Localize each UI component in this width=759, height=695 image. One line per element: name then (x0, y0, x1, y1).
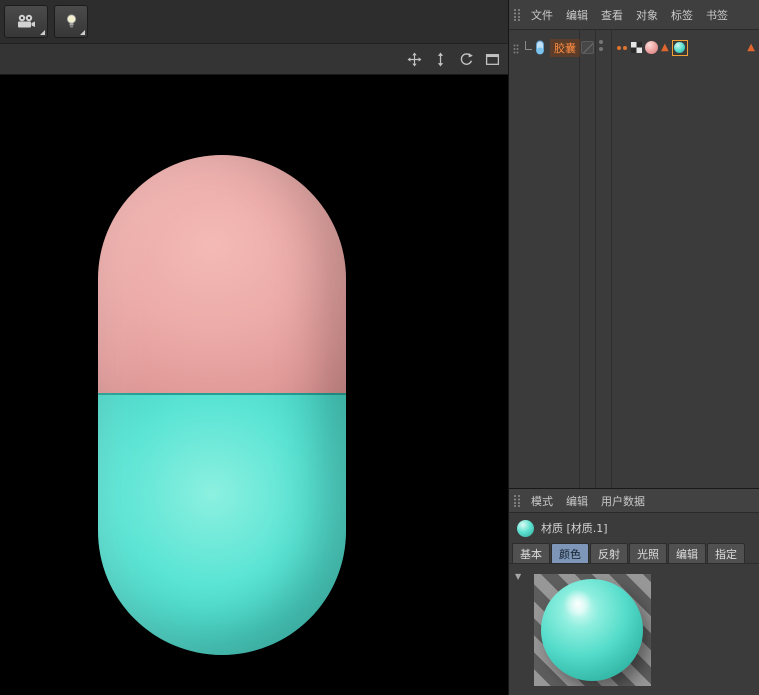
edit-disabled-icon[interactable] (581, 41, 594, 54)
viewport-header (0, 44, 508, 75)
material-tag-teal-selected[interactable] (672, 40, 688, 56)
phong-tag-icon[interactable]: ▲ (661, 41, 669, 54)
menu-object[interactable]: 对象 (630, 5, 664, 25)
menu-userdata[interactable]: 用户数据 (595, 491, 651, 511)
object-row[interactable]: 胶囊 (509, 37, 759, 58)
texture-tag-icon[interactable] (631, 38, 642, 57)
material-preview-area: ▼ (509, 563, 759, 695)
material-tag-teal-icon (674, 42, 685, 53)
material-sphere-icon (517, 520, 534, 537)
app-window: 文件 编辑 查看 对象 标签 书签 (0, 0, 759, 695)
rotate-icon[interactable] (459, 52, 474, 67)
menu-edit2[interactable]: 编辑 (560, 491, 594, 511)
object-manager-menubar: 文件 编辑 查看 对象 标签 书签 (509, 0, 759, 30)
render-view-button[interactable] (4, 5, 48, 38)
pan-icon[interactable] (407, 52, 422, 67)
menu-mode[interactable]: 模式 (525, 491, 559, 511)
menu-tags[interactable]: 标签 (665, 5, 699, 25)
visibility-dot-top[interactable] (599, 40, 603, 44)
tag-list: ▲ ▲ (617, 37, 755, 58)
right-panel: 文件 编辑 查看 对象 标签 书签 (508, 0, 759, 695)
column-divider (595, 30, 596, 488)
material-preview[interactable] (534, 574, 651, 686)
tab-color[interactable]: 颜色 (551, 543, 589, 563)
camera-icon (16, 14, 36, 29)
collapse-arrow-icon[interactable]: ▼ (515, 572, 521, 581)
capsule-primitive-icon (534, 40, 546, 59)
object-tree[interactable]: 胶囊 (509, 30, 759, 488)
material-preview-sphere (541, 579, 643, 681)
capsule-shading (98, 155, 346, 655)
flyout-arrow-icon (40, 30, 45, 35)
material-header[interactable]: 材质 [材质.1] (509, 513, 759, 543)
tab-basic[interactable]: 基本 (512, 543, 550, 563)
column-divider (579, 30, 580, 488)
visibility-dots[interactable] (599, 40, 603, 51)
attribute-manager-panel: 模式 编辑 用户数据 材质 [材质.1] 基本 颜色 反射 光照 编辑 指定 ▼ (509, 488, 759, 695)
tab-reflection[interactable]: 反射 (590, 543, 628, 563)
object-manager-panel: 文件 编辑 查看 对象 标签 书签 (509, 0, 759, 488)
row-grip-icon[interactable] (513, 41, 519, 60)
dolly-icon[interactable] (433, 52, 448, 67)
capsule-object[interactable] (98, 155, 346, 655)
material-tag-pink-icon[interactable] (645, 41, 658, 54)
tree-branch (525, 41, 532, 50)
flyout-arrow-icon (80, 30, 85, 35)
panel-grip-icon[interactable] (513, 8, 521, 21)
overflow-triangle-icon[interactable]: ▲ (747, 41, 755, 54)
tab-assign[interactable]: 指定 (707, 543, 745, 563)
menu-file[interactable]: 文件 (525, 5, 559, 25)
panel-grip-icon[interactable] (513, 494, 521, 507)
object-name[interactable]: 胶囊 (550, 39, 580, 57)
material-tabs: 基本 颜色 反射 光照 编辑 指定 (509, 543, 759, 563)
menu-bookmarks[interactable]: 书签 (700, 5, 734, 25)
column-divider (611, 30, 612, 488)
menu-view[interactable]: 查看 (595, 5, 629, 25)
material-title: 材质 [材质.1] (541, 520, 608, 536)
attribute-manager-menubar: 模式 编辑 用户数据 (509, 489, 759, 513)
light-button[interactable] (54, 5, 88, 38)
top-toolbar (0, 0, 508, 44)
maximize-icon[interactable] (485, 52, 500, 67)
bulb-icon (65, 14, 78, 29)
visibility-dot-bottom[interactable] (599, 47, 603, 51)
menu-edit[interactable]: 编辑 (560, 5, 594, 25)
tab-editor[interactable]: 编辑 (668, 543, 706, 563)
viewport[interactable] (0, 75, 508, 695)
dots-tag-icon[interactable] (617, 46, 627, 50)
tab-luminance[interactable]: 光照 (629, 543, 667, 563)
